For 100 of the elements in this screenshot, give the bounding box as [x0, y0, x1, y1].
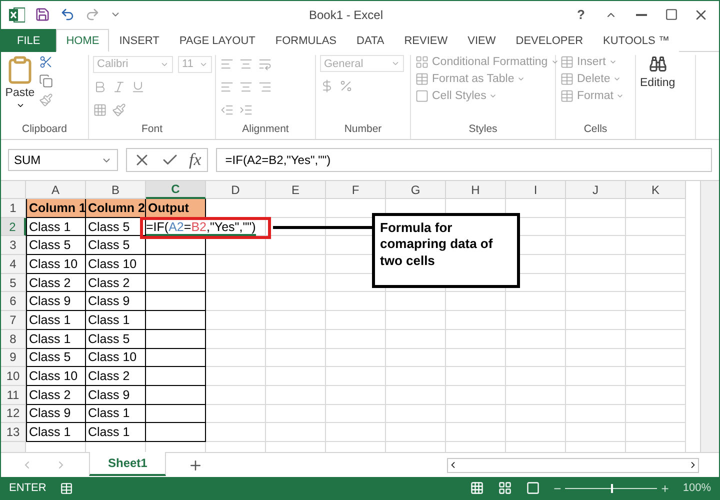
copy-icon[interactable]: [39, 74, 53, 88]
row-header[interactable]: 2: [1, 218, 26, 236]
column-header[interactable]: K: [626, 181, 686, 199]
column-header[interactable]: A: [26, 181, 86, 199]
table-cell: Class 2: [26, 386, 86, 405]
table-cell: Class 2: [26, 274, 86, 292]
align-right-icon[interactable]: [258, 80, 272, 94]
table-cell: Class 1: [26, 423, 86, 442]
bold-icon[interactable]: [93, 80, 107, 94]
help-button[interactable]: ?: [571, 4, 592, 24]
group-label: Clipboard: [21, 123, 68, 137]
row-header[interactable]: 12: [1, 404, 26, 424]
scissors-icon[interactable]: [39, 55, 53, 69]
row-header[interactable]: 7: [1, 311, 26, 330]
column-header[interactable]: B: [86, 181, 146, 199]
percent-icon[interactable]: [339, 79, 353, 93]
table-cell: Class 9: [26, 292, 86, 312]
table-cell: Class 1: [26, 311, 86, 330]
table-icon: [560, 55, 574, 69]
italic-icon[interactable]: [112, 80, 126, 94]
normal-view-icon[interactable]: [470, 481, 484, 495]
table-cell: Class 10: [86, 255, 146, 274]
align-left-icon[interactable]: [220, 80, 234, 94]
table-cell: Class 2: [86, 274, 146, 292]
table-cell: Class 5: [26, 348, 86, 368]
row-header[interactable]: 11: [1, 386, 26, 405]
column-header[interactable]: H: [446, 181, 506, 199]
column-header[interactable]: G: [386, 181, 446, 199]
group-label: Number: [343, 123, 383, 137]
binoculars-icon[interactable]: [648, 55, 667, 73]
column-header[interactable]: C: [146, 181, 206, 199]
zoom-in-button[interactable]: +: [661, 480, 669, 496]
table-cell: Class 10: [86, 348, 146, 368]
row-header[interactable]: 10: [1, 367, 26, 386]
row-header[interactable]: 5: [1, 274, 26, 292]
column-header[interactable]: D: [206, 181, 266, 199]
zoom-out-button[interactable]: −: [554, 480, 562, 496]
vertical-scrollbar[interactable]: [700, 181, 719, 452]
group-label: Font: [140, 123, 164, 137]
ribbon-tab[interactable]: HOME: [56, 29, 110, 52]
editing-cell[interactable]: =IF(A2=B2,"Yes",""): [146, 220, 256, 236]
grid-icon: [415, 55, 429, 69]
page-layout-icon[interactable]: [498, 481, 512, 495]
row-header[interactable]: 3: [1, 236, 26, 256]
align-icon[interactable]: [239, 57, 253, 71]
callout-note: Formula for comapring data of two cells: [372, 213, 520, 288]
square-icon: [415, 89, 429, 103]
wrap-text-icon[interactable]: [258, 57, 272, 71]
column-title-cell: Column 2: [86, 199, 146, 218]
borders-icon[interactable]: [93, 103, 107, 117]
align-center-icon[interactable]: [239, 80, 253, 94]
insert-function-button[interactable]: fx: [189, 150, 202, 170]
column-title-cell: Output: [146, 199, 206, 218]
align-icon[interactable]: [220, 57, 234, 71]
underline-icon[interactable]: [131, 80, 145, 94]
column-header[interactable]: I: [506, 181, 566, 199]
table-icon: [560, 72, 574, 86]
minimize-icon: [636, 14, 647, 16]
table-cell: Class 1: [86, 404, 146, 424]
page-break-icon[interactable]: [526, 481, 540, 495]
row-header[interactable]: 8: [1, 330, 26, 348]
redo-icon[interactable]: [85, 7, 100, 22]
macro-icon[interactable]: [60, 482, 74, 494]
table-cell: Class 9: [26, 404, 86, 424]
column-header[interactable]: F: [326, 181, 386, 199]
save-icon[interactable]: [35, 7, 50, 22]
table-cell: Class 1: [86, 311, 146, 330]
table-cell: Class 1: [26, 218, 86, 236]
row-header[interactable]: 9: [1, 348, 26, 368]
column-header[interactable]: J: [566, 181, 626, 199]
formula-field[interactable]: =IF(A2=B2,"Yes",""): [216, 148, 712, 172]
sheet-tab[interactable]: Sheet1: [89, 452, 166, 476]
status-mode: ENTER: [9, 482, 46, 494]
table-cell: Class 9: [86, 292, 146, 312]
table-cell: Class 5: [86, 236, 146, 256]
fill-color-icon[interactable]: [112, 103, 126, 117]
maximize-icon: [664, 8, 678, 21]
ribbon-tab[interactable]: FILE: [1, 29, 56, 52]
undo-icon[interactable]: [60, 7, 75, 22]
paintbrush-icon[interactable]: [39, 93, 53, 107]
currency-icon[interactable]: [320, 79, 334, 93]
row-header[interactable]: 1: [1, 199, 26, 218]
column-title-cell: Column 1: [26, 199, 86, 218]
row-header[interactable]: 6: [1, 292, 26, 312]
indent-decrease-icon[interactable]: [220, 103, 234, 117]
horizontal-scrollbar[interactable]: [447, 458, 699, 472]
table-icon: [560, 89, 574, 103]
column-header[interactable]: E: [266, 181, 326, 199]
name-box[interactable]: SUM: [8, 149, 118, 171]
table-cell: Class 5: [86, 330, 146, 348]
row-header[interactable]: 4: [1, 255, 26, 274]
add-sheet-icon[interactable]: [188, 458, 204, 472]
table-cell: Class 2: [86, 367, 146, 386]
select-all-button[interactable]: [1, 181, 26, 199]
row-header[interactable]: 13: [1, 423, 26, 442]
group-label: Cells: [582, 123, 608, 137]
window-title: Book1 - Excel: [308, 8, 384, 22]
indent-increase-icon[interactable]: [239, 103, 253, 117]
table-icon: [415, 72, 429, 86]
app-logo-icon[interactable]: [9, 6, 25, 22]
